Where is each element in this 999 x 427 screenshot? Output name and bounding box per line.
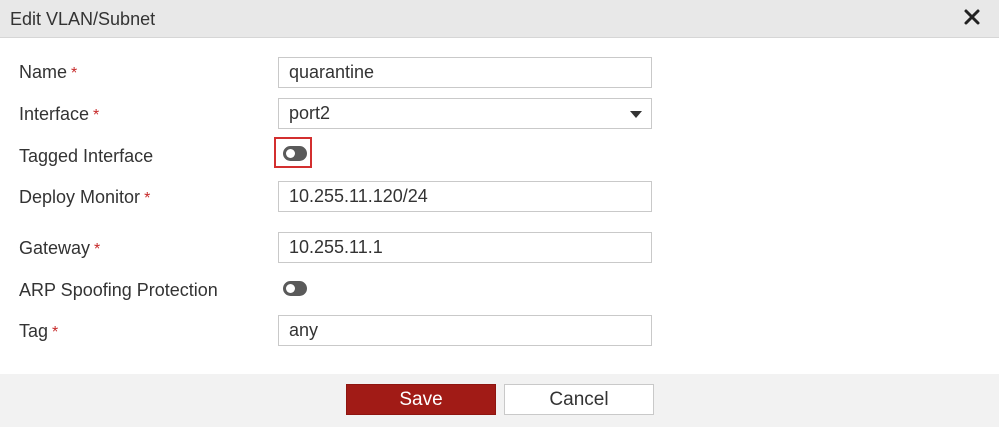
gateway-label: Gateway * (19, 238, 101, 258)
gateway-input[interactable] (278, 232, 652, 263)
interface-select-value: port2 (289, 103, 331, 123)
arp-spoofing-toggle[interactable] (283, 281, 307, 296)
tag-input[interactable] (278, 315, 652, 346)
dialog-titlebar: Edit VLAN/Subnet (0, 0, 999, 38)
tag-label: Tag * (19, 321, 59, 341)
required-marker: * (52, 324, 59, 341)
close-icon[interactable] (963, 8, 981, 26)
name-input[interactable] (278, 57, 652, 88)
deploy-monitor-input[interactable] (278, 181, 652, 212)
toggle-knob (286, 284, 295, 293)
required-marker: * (144, 190, 151, 207)
arp-spoofing-label: ARP Spoofing Protection (19, 280, 218, 300)
caret-down-icon[interactable] (630, 111, 642, 118)
deploy-monitor-label: Deploy Monitor * (19, 187, 151, 207)
required-marker: * (93, 107, 100, 124)
edit-vlan-subnet-dialog: Edit VLAN/Subnet Name* Interface* port2 … (0, 0, 999, 427)
interface-label: Interface * (19, 104, 100, 124)
dialog-title: Edit VLAN/Subnet (10, 9, 156, 29)
toggle-knob (286, 149, 295, 158)
required-marker: * (71, 65, 78, 82)
cancel-button[interactable]: Cancel (504, 384, 654, 415)
save-button[interactable]: Save (346, 384, 496, 415)
required-marker: * (94, 241, 101, 258)
tagged-interface-toggle[interactable] (283, 146, 307, 161)
name-label: Name * (19, 62, 78, 82)
interface-select[interactable]: port2 (278, 98, 652, 129)
tagged-interface-label: Tagged Interface (19, 146, 154, 166)
dialog-footer: Save Cancel (0, 374, 999, 427)
